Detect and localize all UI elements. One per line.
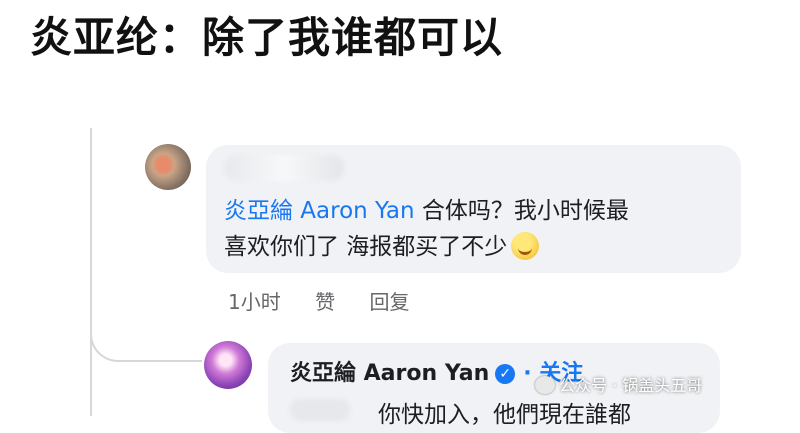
- watermark: 公众号 · 锅盖头五哥: [535, 372, 702, 396]
- laughing-emoji-icon: [511, 232, 540, 260]
- verified-badge-icon: ✓: [495, 364, 516, 384]
- comment-actions: 1小时 赞 回复: [228, 286, 437, 315]
- mention-link[interactable]: 炎亞綸 Aaron Yan: [224, 198, 415, 224]
- thread-connector-line: [90, 128, 92, 416]
- meme-caption: 炎亚纶：除了我谁都可以: [30, 13, 504, 62]
- comment-bubble: 炎亞綸 Aaron Yan 合体吗？我小时候最 喜欢你们了 海报都买了不少: [206, 145, 741, 273]
- redacted-reply-text: [290, 399, 350, 421]
- reply-text: 你快加入，他們現在誰都: [378, 402, 631, 428]
- comment-timestamp[interactable]: 1小时: [228, 290, 281, 314]
- wechat-icon: [535, 376, 555, 394]
- reply-author-avatar[interactable]: [204, 341, 252, 389]
- comment-text-line1: 合体吗？我小时候最: [414, 198, 629, 224]
- watermark-text: 公众号 · 锅盖头五哥: [559, 376, 703, 395]
- commenter-avatar[interactable]: [145, 144, 191, 190]
- comment-text: 炎亞綸 Aaron Yan 合体吗？我小时候最 喜欢你们了 海报都买了不少: [224, 193, 729, 265]
- reply-author-name[interactable]: 炎亞綸 Aaron Yan: [290, 361, 489, 386]
- reply-button[interactable]: 回复: [369, 290, 409, 314]
- comment-text-line2: 喜欢你们了 海报都买了不少: [224, 234, 508, 260]
- redacted-commenter-name: [224, 155, 344, 181]
- like-button[interactable]: 赞: [315, 290, 335, 314]
- reply-connector-curve: [90, 300, 202, 362]
